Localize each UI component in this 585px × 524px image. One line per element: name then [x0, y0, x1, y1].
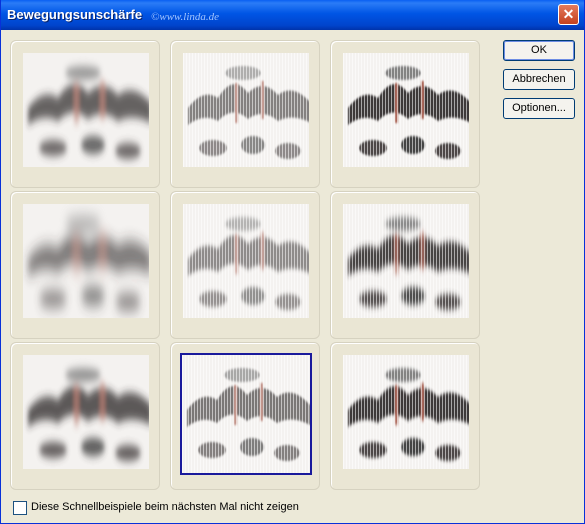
cancel-button[interactable]: Abbrechen [503, 69, 575, 90]
motion-blur-dialog: Bewegungsunschärfe ©www.linda.de ✕ OK Ab… [0, 0, 585, 524]
preview-thumbnail [343, 355, 469, 469]
options-button[interactable]: Optionen... [503, 98, 575, 119]
preview-thumbnail [23, 204, 149, 318]
preview-thumbnail [343, 53, 469, 167]
preview-thumbnail [183, 53, 309, 167]
watermark-text: ©www.linda.de [151, 11, 220, 23]
close-button[interactable]: ✕ [558, 4, 579, 25]
preview-thumbnail [23, 53, 149, 167]
ok-button[interactable]: OK [503, 40, 575, 61]
dont-show-again-label: Diese Schnellbeispiele beim nächsten Mal… [31, 501, 299, 513]
preview-9[interactable] [330, 342, 480, 490]
dont-show-again-checkbox[interactable] [13, 501, 27, 515]
preview-thumbnail [23, 355, 149, 469]
preview-thumbnail [180, 353, 312, 475]
preview-6[interactable] [330, 191, 480, 339]
preview-1[interactable] [10, 40, 160, 188]
preview-thumbnail [343, 204, 469, 318]
dialog-title: Bewegungsunschärfe [7, 7, 143, 22]
preview-3[interactable] [330, 40, 480, 188]
title-bar[interactable]: Bewegungsunschärfe ©www.linda.de ✕ [1, 0, 584, 30]
preview-5[interactable] [170, 191, 320, 339]
preview-7[interactable] [10, 342, 160, 490]
close-icon: ✕ [562, 6, 575, 22]
preview-4[interactable] [10, 191, 160, 339]
preview-thumbnail [183, 204, 309, 318]
preview-2[interactable] [170, 40, 320, 188]
preview-8-selected[interactable] [170, 342, 320, 490]
